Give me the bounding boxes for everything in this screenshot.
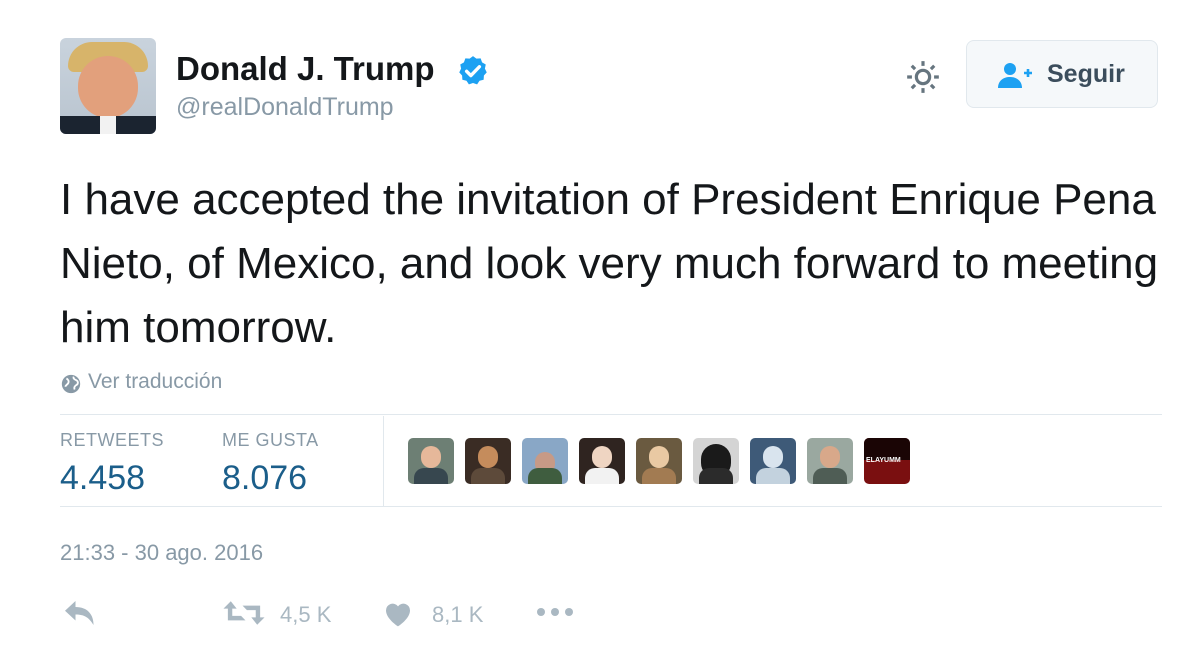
like-count: 8,1 K: [432, 602, 484, 627]
liker-avatar[interactable]: ELAYUMM: [864, 438, 910, 484]
likes-count: 8.076: [222, 459, 308, 497]
avatar-shirt: [100, 116, 116, 134]
heart-icon: [386, 603, 410, 627]
liker-avatar[interactable]: [579, 438, 625, 484]
retweet-count: 4,5 K: [280, 602, 332, 627]
user-handle[interactable]: @realDonaldTrump: [176, 93, 394, 122]
follow-button[interactable]: Seguir: [966, 40, 1158, 108]
add-user-icon: [998, 63, 1032, 88]
follow-label: Seguir: [1047, 60, 1125, 88]
reply-icon: [65, 601, 94, 625]
liker-avatar[interactable]: [750, 438, 796, 484]
retweet-icon: [223, 601, 265, 625]
likes-label: ME GUSTA: [222, 430, 319, 450]
translate-label: Ver traducción: [88, 370, 223, 393]
divider: [60, 414, 1162, 415]
retweet-button[interactable]: 4,5 K: [222, 598, 342, 630]
avatar-face: [78, 56, 138, 118]
reply-button[interactable]: [62, 598, 100, 630]
liker-caption: ELAYUMM: [866, 457, 901, 464]
tweet-text: I have accepted the invitation of Presid…: [60, 175, 1159, 352]
retweets-label: RETWEETS: [60, 430, 165, 450]
verified-badge-icon: [459, 56, 487, 85]
liker-avatar[interactable]: [636, 438, 682, 484]
gear-icon[interactable]: [904, 58, 942, 96]
divider: [60, 506, 1162, 507]
profile-avatar[interactable]: [60, 38, 156, 134]
tweet-timestamp[interactable]: 21:33 - 30 ago. 2016: [60, 540, 263, 566]
retweets-stat[interactable]: RETWEETS 4.458: [60, 430, 164, 498]
globe-icon: [61, 374, 81, 394]
liker-avatar[interactable]: [522, 438, 568, 484]
liker-avatar[interactable]: [693, 438, 739, 484]
liker-avatar[interactable]: [465, 438, 511, 484]
like-button[interactable]: 8,1 K: [382, 598, 492, 630]
liker-avatar[interactable]: [408, 438, 454, 484]
likes-stat[interactable]: ME GUSTA 8.076: [222, 430, 319, 498]
more-icon: [537, 608, 573, 616]
more-button[interactable]: [535, 598, 577, 630]
retweets-count: 4.458: [60, 459, 146, 497]
display-name[interactable]: Donald J. Trump: [176, 50, 435, 88]
stats-separator: [383, 416, 384, 506]
liker-avatar[interactable]: [807, 438, 853, 484]
